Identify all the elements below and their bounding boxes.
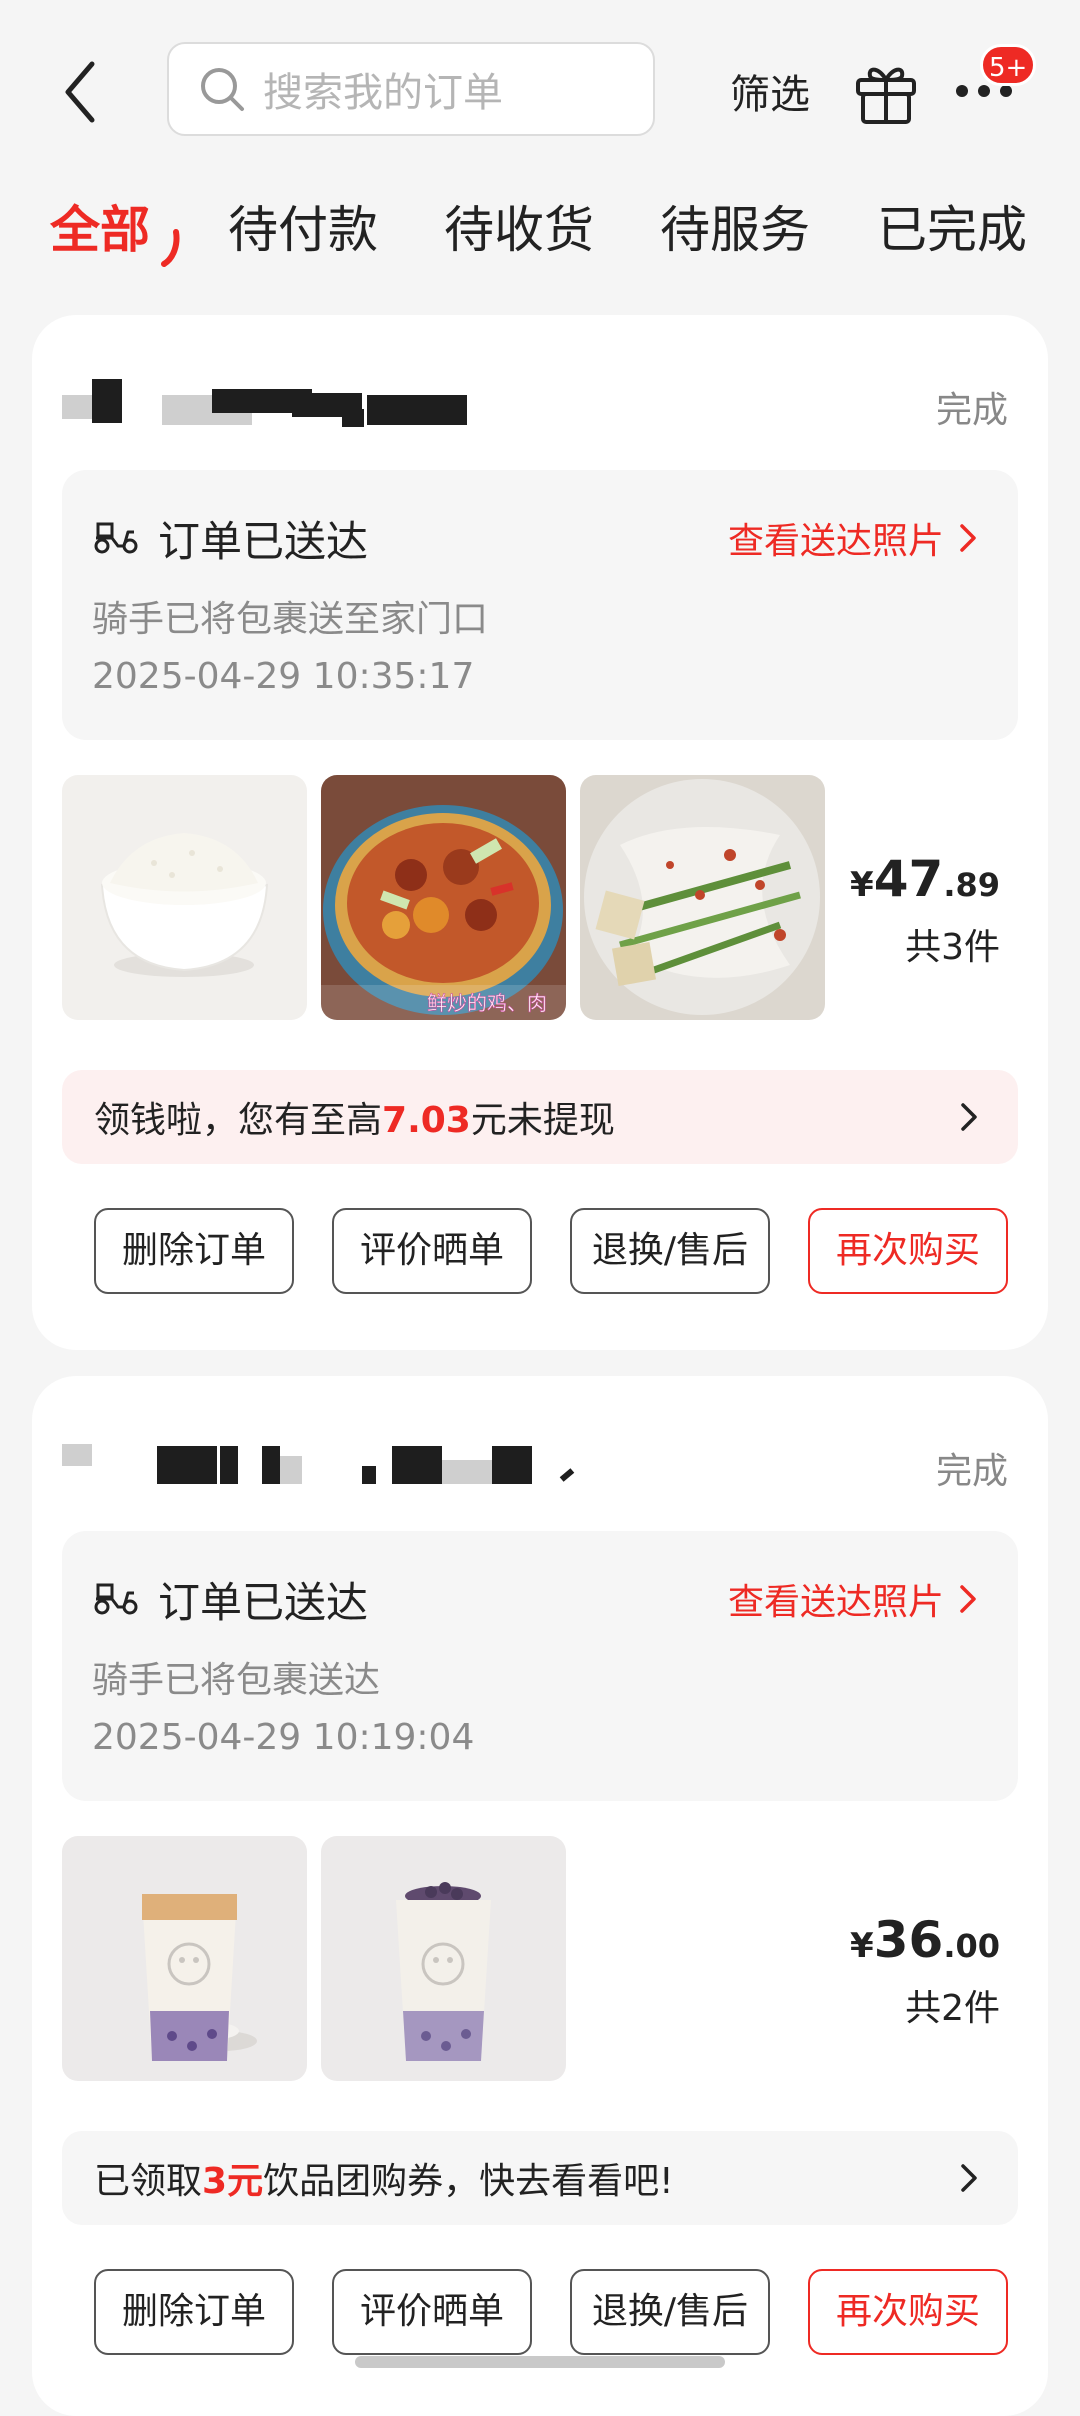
rebuy-button[interactable]: 再次购买 bbox=[808, 2269, 1008, 2355]
after-sale-button[interactable]: 退换/售后 bbox=[570, 1208, 770, 1294]
order-actions: 删除订单 评价晒单 退换/售后 再次购买 bbox=[94, 2269, 1014, 2355]
delete-order-button[interactable]: 删除订单 bbox=[94, 2269, 294, 2355]
coupon-promo-banner[interactable]: 已领取3元饮品团购券，快去看看吧! bbox=[62, 2131, 1018, 2225]
filter-button[interactable]: 筛选 bbox=[730, 62, 810, 120]
chevron-left-icon bbox=[65, 61, 95, 123]
search-input[interactable]: 搜索我的订单 bbox=[167, 42, 655, 136]
product-image-caption: 鲜炒的鸡、肉 bbox=[427, 991, 547, 1015]
item-count: 共2件 bbox=[905, 1988, 1000, 2029]
scooter-icon bbox=[94, 522, 138, 554]
delivery-time: 2025-04-29 10:19:04 bbox=[92, 1717, 475, 1758]
view-delivery-photo-link[interactable]: 查看送达照片 bbox=[728, 512, 978, 564]
order-actions: 删除订单 评价晒单 退换/售后 再次购买 bbox=[94, 1208, 1014, 1294]
search-placeholder: 搜索我的订单 bbox=[263, 70, 503, 116]
delivery-time: 2025-04-29 10:35:17 bbox=[92, 656, 475, 697]
home-indicator[interactable] bbox=[355, 2356, 725, 2368]
order-status: 完成 bbox=[935, 390, 1008, 431]
product-image-taro-milk-tea[interactable] bbox=[321, 1836, 566, 2081]
delivery-subtitle: 骑手已将包裹送至家门口 bbox=[92, 599, 489, 640]
delivery-info[interactable]: 订单已送达 查看送达照片 骑手已将包裹送至家门口 2025-04-29 10:3… bbox=[62, 470, 1018, 740]
order-status: 完成 bbox=[935, 1451, 1008, 1492]
delivery-title: 订单已送达 bbox=[158, 1578, 369, 1627]
active-tab-indicator bbox=[161, 229, 180, 267]
chevron-right-icon bbox=[960, 1585, 976, 1613]
promo-text: 已领取3元饮品团购券，快去看看吧! bbox=[94, 2161, 674, 2202]
product-image-noodles[interactable] bbox=[580, 775, 825, 1020]
tab-pending-receipt[interactable]: 待收货 bbox=[444, 190, 594, 262]
promo-text: 领钱啦，您有至高7.03元未提现 bbox=[94, 1100, 615, 1141]
search-icon bbox=[199, 66, 245, 112]
order-card[interactable]: 完成 订单已送达 查看送达照片 骑手已将包裹送达 2025-04-29 10:1… bbox=[32, 1376, 1048, 2416]
shop-name-redacted[interactable] bbox=[62, 355, 622, 435]
notification-badge: 5+ bbox=[980, 44, 1037, 86]
back-button[interactable] bbox=[52, 52, 108, 132]
order-tabs: 全部 待付款 待收货 待服务 已完成 bbox=[0, 190, 1080, 270]
item-count: 共3件 bbox=[905, 927, 1000, 968]
order-price: ¥47.89 bbox=[850, 850, 1000, 908]
delivery-title: 订单已送达 bbox=[158, 517, 369, 566]
gift-button[interactable] bbox=[850, 56, 922, 128]
view-delivery-photo-label: 查看送达照片 bbox=[727, 1582, 944, 1623]
tab-completed[interactable]: 已完成 bbox=[877, 190, 1027, 262]
header: 搜索我的订单 筛选 5+ bbox=[0, 0, 1080, 180]
delivery-info[interactable]: 订单已送达 查看送达照片 骑手已将包裹送达 2025-04-29 10:19:0… bbox=[62, 1531, 1018, 1801]
product-image-chicken[interactable]: 鲜炒的鸡、肉 bbox=[321, 775, 566, 1020]
tab-all[interactable]: 全部 bbox=[50, 190, 150, 262]
order-card[interactable]: 完成 订单已送达 查看送达照片 骑手已将包裹送至家门口 2025-04-29 1… bbox=[32, 315, 1048, 1350]
product-image-rice[interactable] bbox=[62, 775, 307, 1020]
view-delivery-photo-label: 查看送达照片 bbox=[727, 521, 944, 562]
order-total: ¥36.00 共2件 bbox=[850, 1911, 1000, 2031]
scooter-icon bbox=[94, 1583, 138, 1615]
product-image-milk-tea[interactable] bbox=[62, 1836, 307, 2081]
chevron-right-icon bbox=[961, 2164, 977, 2192]
shop-name-redacted[interactable] bbox=[62, 1416, 622, 1496]
rebuy-button[interactable]: 再次购买 bbox=[808, 1208, 1008, 1294]
order-total: ¥47.89 共3件 bbox=[850, 850, 1000, 970]
tab-pending-service[interactable]: 待服务 bbox=[660, 190, 810, 262]
view-delivery-photo-link[interactable]: 查看送达照片 bbox=[728, 1573, 978, 1625]
review-button[interactable]: 评价晒单 bbox=[332, 1208, 532, 1294]
chevron-right-icon bbox=[961, 1103, 977, 1131]
chevron-right-icon bbox=[960, 524, 976, 552]
delete-order-button[interactable]: 删除订单 bbox=[94, 1208, 294, 1294]
review-button[interactable]: 评价晒单 bbox=[332, 2269, 532, 2355]
tab-pending-payment[interactable]: 待付款 bbox=[228, 190, 378, 262]
order-price: ¥36.00 bbox=[850, 1911, 1000, 1969]
gift-icon bbox=[856, 67, 916, 124]
delivery-subtitle: 骑手已将包裹送达 bbox=[92, 1660, 381, 1701]
cashback-promo-banner[interactable]: 领钱啦，您有至高7.03元未提现 bbox=[62, 1070, 1018, 1164]
after-sale-button[interactable]: 退换/售后 bbox=[570, 2269, 770, 2355]
